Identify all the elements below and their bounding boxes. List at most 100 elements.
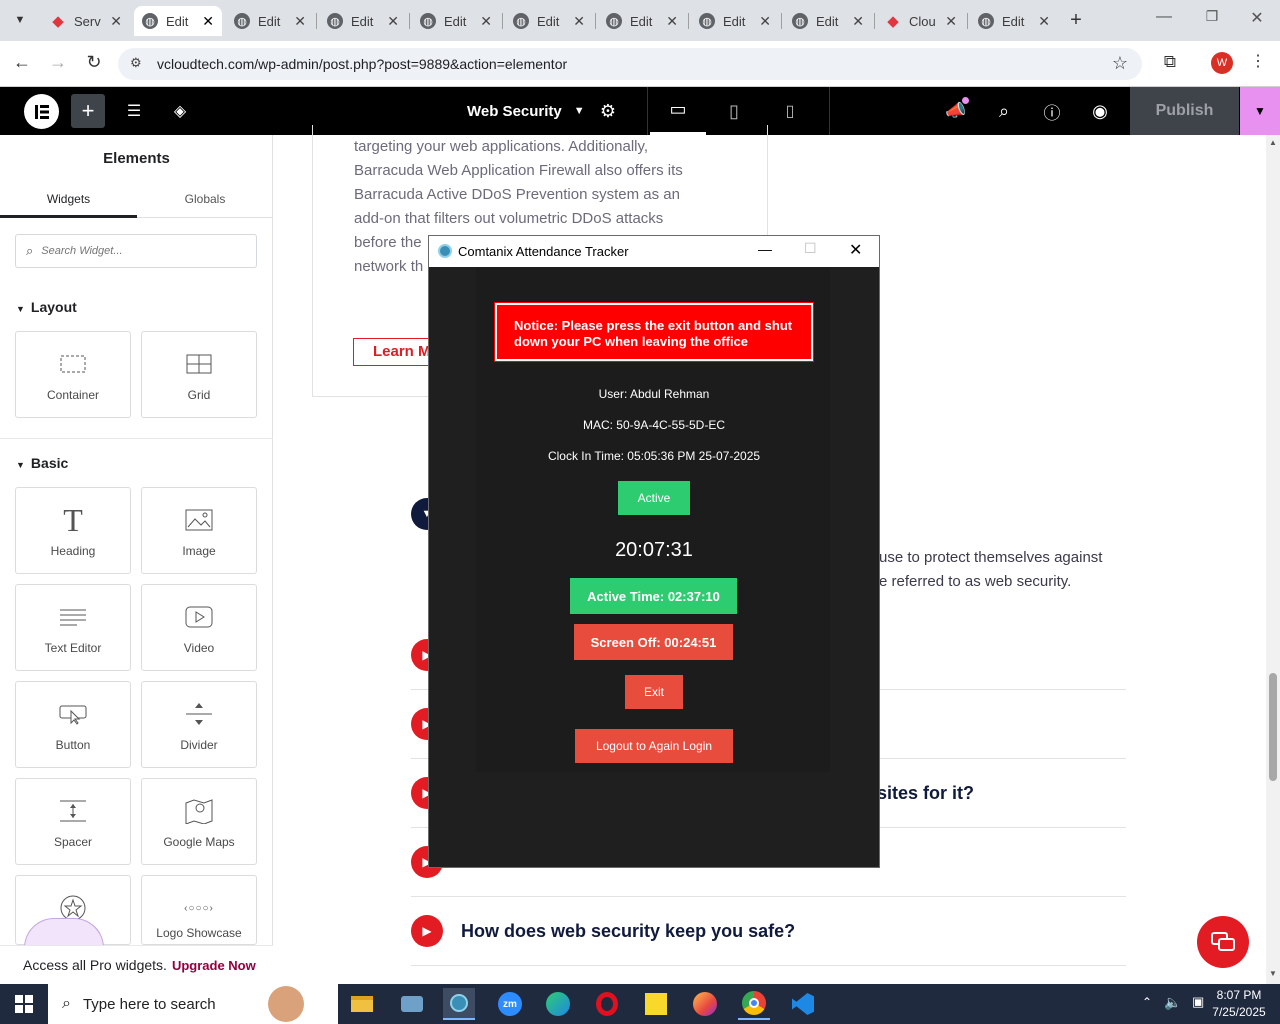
- text-editor-icon: [59, 603, 87, 631]
- search-widget-input[interactable]: ⌕: [15, 234, 257, 268]
- tab-globals[interactable]: Globals: [137, 183, 273, 218]
- bookmark-star-icon[interactable]: ☆: [1112, 53, 1128, 74]
- browser-menu-icon[interactable]: ⋮: [1250, 51, 1266, 75]
- elementor-logo-icon[interactable]: [24, 94, 59, 129]
- close-tab-icon[interactable]: ✕: [110, 13, 122, 30]
- site-info-icon[interactable]: ⚙: [130, 55, 142, 71]
- browser-tab[interactable]: ◍ Edit ✕: [970, 6, 1058, 36]
- tab-widgets[interactable]: Widgets: [0, 183, 137, 218]
- structure-layers-icon[interactable]: ◈: [166, 87, 194, 135]
- widget-grid[interactable]: Grid: [141, 331, 257, 418]
- firefox-icon[interactable]: [689, 988, 721, 1020]
- browser-tab[interactable]: ◍ Edit ✕: [505, 6, 593, 36]
- publish-button[interactable]: Publish: [1130, 87, 1239, 135]
- file-explorer-icon[interactable]: [346, 988, 378, 1020]
- upgrade-now-link[interactable]: Upgrade Now: [172, 958, 256, 973]
- widget-video[interactable]: Video: [141, 584, 257, 671]
- close-tab-icon[interactable]: ✕: [573, 13, 585, 30]
- mobile-view-icon[interactable]: ▯: [762, 87, 818, 135]
- show-hidden-icons-icon[interactable]: ⌃: [1142, 995, 1152, 1009]
- close-tab-icon[interactable]: ✕: [1038, 13, 1050, 30]
- close-tab-icon[interactable]: ✕: [387, 13, 399, 30]
- logout-button[interactable]: Logout to Again Login: [575, 729, 733, 763]
- preview-scrollbar[interactable]: ▲ ▼: [1266, 135, 1280, 984]
- close-tab-icon[interactable]: ✕: [759, 13, 771, 30]
- close-icon[interactable]: ✕: [849, 240, 862, 260]
- exit-button[interactable]: Exit: [625, 675, 683, 709]
- forward-icon[interactable]: →: [46, 52, 70, 76]
- chrome-icon[interactable]: [738, 988, 770, 1020]
- opera-icon[interactable]: [591, 988, 623, 1020]
- zoom-icon[interactable]: zm: [494, 988, 526, 1020]
- close-tab-icon[interactable]: ✕: [852, 13, 864, 30]
- widget-divider[interactable]: Divider: [141, 681, 257, 768]
- search-icon[interactable]: ⌕: [990, 87, 1018, 135]
- vscode-icon[interactable]: [787, 988, 819, 1020]
- widget-logo-showcase[interactable]: ‹○○○› Logo Showcase: [141, 875, 257, 945]
- browser-tab[interactable]: ◍ Edit ✕: [412, 6, 500, 36]
- restore-window-icon[interactable]: ❐: [1200, 8, 1224, 32]
- caret-down-icon: ▼: [16, 460, 25, 470]
- scrollbar-thumb[interactable]: [1269, 673, 1277, 781]
- scroll-up-arrow-icon[interactable]: ▲: [1269, 138, 1277, 147]
- chat-button[interactable]: [1197, 916, 1249, 968]
- close-tab-icon[interactable]: ✕: [294, 13, 306, 30]
- widget-google-maps[interactable]: Google Maps: [141, 778, 257, 865]
- widget-container[interactable]: Container: [15, 331, 131, 418]
- widget-heading[interactable]: T Heading: [15, 487, 131, 574]
- close-tab-icon[interactable]: ✕: [480, 13, 492, 30]
- widget-spacer[interactable]: Spacer: [15, 778, 131, 865]
- tab-label: Edit: [723, 13, 746, 29]
- browser-tab[interactable]: ◍ Edit ✕: [598, 6, 686, 36]
- tab-separator: [409, 13, 410, 29]
- address-bar[interactable]: ⚙ vcloudtech.com/wp-admin/post.php?post=…: [118, 48, 1142, 80]
- extensions-icon[interactable]: ⧉: [1158, 52, 1182, 76]
- browser-tab[interactable]: ◆ Clou ✕: [877, 6, 965, 36]
- reload-icon[interactable]: ↻: [82, 52, 106, 76]
- window-title-bar[interactable]: Comtanix Attendance Tracker — ☐ ✕: [429, 236, 879, 267]
- site-settings-icon[interactable]: ☰: [120, 87, 148, 135]
- taskbar-search-box[interactable]: ⌕ Type here to search: [48, 984, 338, 1024]
- faq-item[interactable]: ▶ How does web security keep you safe?: [411, 897, 1126, 966]
- minimize-icon[interactable]: —: [758, 241, 772, 257]
- clock-time[interactable]: 8:07 PM: [1200, 988, 1278, 1002]
- close-window-icon[interactable]: ✕: [1245, 8, 1269, 32]
- attendance-tracker-taskbar-icon[interactable]: [443, 988, 475, 1020]
- help-icon[interactable]: ⓘ: [1038, 87, 1066, 135]
- volume-icon[interactable]: 🔈: [1164, 994, 1181, 1011]
- new-tab-icon[interactable]: +: [1064, 8, 1088, 32]
- layout-section-heading[interactable]: ▼ Layout: [16, 299, 77, 315]
- search-widget-field[interactable]: [41, 245, 242, 257]
- app-pinned-icon[interactable]: [396, 988, 428, 1020]
- browser-tab[interactable]: ◍ Edit ✕: [784, 6, 872, 36]
- notifications-megaphone-icon[interactable]: 📣: [942, 87, 970, 135]
- close-tab-icon[interactable]: ✕: [202, 13, 214, 30]
- close-tab-icon[interactable]: ✕: [666, 13, 678, 30]
- widget-text-editor[interactable]: Text Editor: [15, 584, 131, 671]
- scroll-down-arrow-icon[interactable]: ▼: [1269, 969, 1277, 978]
- widget-icon[interactable]: [15, 875, 131, 948]
- publish-options-chevron-icon[interactable]: ▼: [1240, 87, 1280, 135]
- browser-tab[interactable]: ◍ Edit ✕: [691, 6, 779, 36]
- widget-image[interactable]: Image: [141, 487, 257, 574]
- preview-eye-icon[interactable]: ◉: [1086, 87, 1114, 135]
- browser-tab[interactable]: ◆ Serv ✕: [42, 6, 130, 36]
- widget-button[interactable]: Button: [15, 681, 131, 768]
- tab-search-dropdown-icon[interactable]: ▼: [6, 8, 34, 32]
- close-tab-icon[interactable]: ✕: [945, 13, 957, 30]
- globe-icon: ◍: [606, 13, 622, 29]
- tab-label: Edit: [1002, 13, 1025, 29]
- browser-tab-active[interactable]: ◍ Edit ✕: [134, 6, 222, 36]
- basic-section-heading[interactable]: ▼ Basic: [16, 455, 68, 471]
- back-icon[interactable]: ←: [10, 52, 34, 76]
- minimize-window-icon[interactable]: —: [1152, 8, 1176, 32]
- clock-date[interactable]: 7/25/2025: [1200, 1005, 1278, 1019]
- browser-tab[interactable]: ◍ Edit ✕: [226, 6, 314, 36]
- sticky-notes-icon[interactable]: [640, 988, 672, 1020]
- browser-tab[interactable]: ◍ Edit ✕: [319, 6, 407, 36]
- windows-start-icon[interactable]: [8, 988, 40, 1020]
- profile-avatar[interactable]: W: [1211, 52, 1233, 74]
- add-element-button[interactable]: +: [71, 94, 105, 128]
- attendance-tracker-window: Comtanix Attendance Tracker — ☐ ✕ Notice…: [428, 235, 880, 868]
- edge-icon[interactable]: [542, 988, 574, 1020]
